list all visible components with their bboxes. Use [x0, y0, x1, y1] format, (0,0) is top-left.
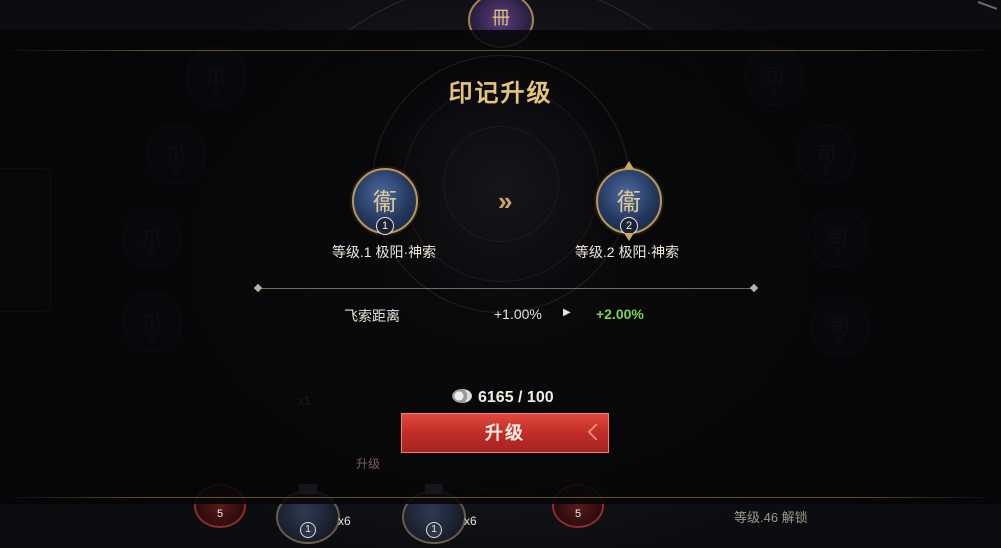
corner-icon	[972, 1, 998, 23]
cost-text: 6165 / 100	[478, 389, 554, 406]
rune-count: x6	[464, 514, 477, 528]
modal-title: 印记升级	[448, 80, 553, 107]
current-level-label: 等级.1 极阳·神索	[331, 244, 437, 260]
stat-next-value: +2.00%	[596, 306, 644, 322]
double-chevron-icon: »	[498, 186, 513, 216]
modal-bottom-edge	[0, 497, 1001, 498]
current-seal-icon: 衞 1	[352, 168, 418, 235]
level-badge: 2	[620, 217, 638, 235]
modal-top-edge	[0, 50, 1001, 51]
level-badge: 1	[376, 217, 394, 235]
unlock-requirement: 等级.46 解锁	[734, 510, 808, 525]
background-upgrade-label: 升级	[356, 457, 381, 471]
play-arrow-icon: ▶	[563, 307, 571, 318]
next-seal-icon: 衞 2	[596, 168, 662, 235]
stat-current-value: +1.00%	[494, 306, 542, 322]
next-level-label: 等级.2 极阳·神索	[574, 244, 680, 260]
rune-count: x6	[338, 514, 351, 528]
upgrade-button[interactable]: 升级	[401, 413, 609, 453]
upgrade-cost: 6165 / 100	[452, 389, 554, 407]
stat-name: 飞索距离	[344, 308, 400, 324]
divider	[258, 288, 754, 289]
currency-icon	[452, 389, 472, 403]
